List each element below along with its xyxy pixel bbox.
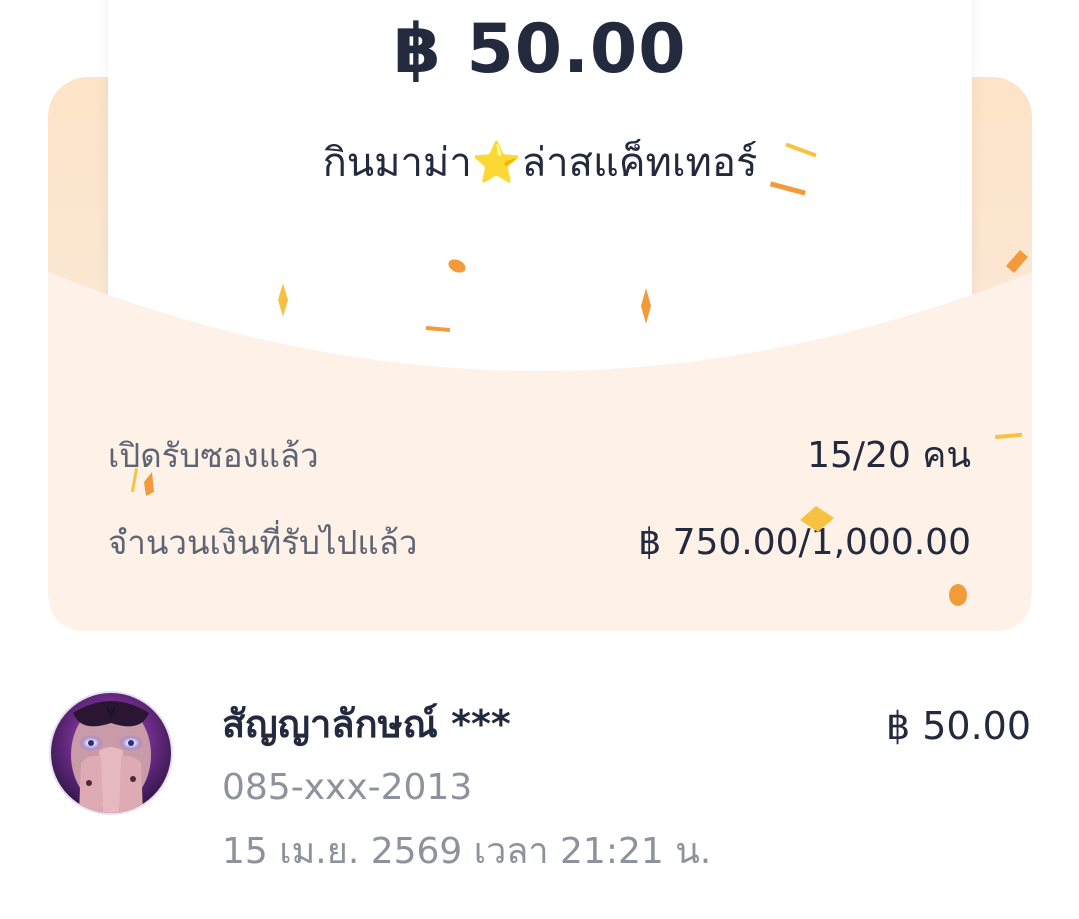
recipient-avatar[interactable] — [49, 691, 173, 815]
recipient-phone: 085-xxx-2013 — [222, 767, 473, 808]
red-envelope-screen: ฿ 50.00 กินมาม่า⭐ล่าสแค็ทเทอร์ เปิดรับซอ… — [0, 0, 1079, 919]
envelope-title: กินมาม่า⭐ล่าสแค็ทเทอร์ — [322, 140, 758, 186]
opened-count-value: 15/20 คน — [807, 435, 971, 476]
avatar-image-icon — [51, 693, 171, 813]
received-amount-value: ฿ 750.00/1,000.00 — [638, 522, 971, 563]
recipient-name: สัญญาลักษณ์ *** — [222, 702, 511, 746]
recipient-datetime: 15 เม.ย. 2569 เวลา 21:21 น. — [222, 831, 712, 872]
received-amount-label: จำนวนเงินที่รับไปแล้ว — [108, 523, 418, 562]
recipient-amount: ฿ 50.00 — [885, 704, 1031, 748]
envelope-amount: ฿ 50.00 — [393, 10, 687, 89]
opened-count-label: เปิดรับซองแล้ว — [108, 436, 319, 475]
